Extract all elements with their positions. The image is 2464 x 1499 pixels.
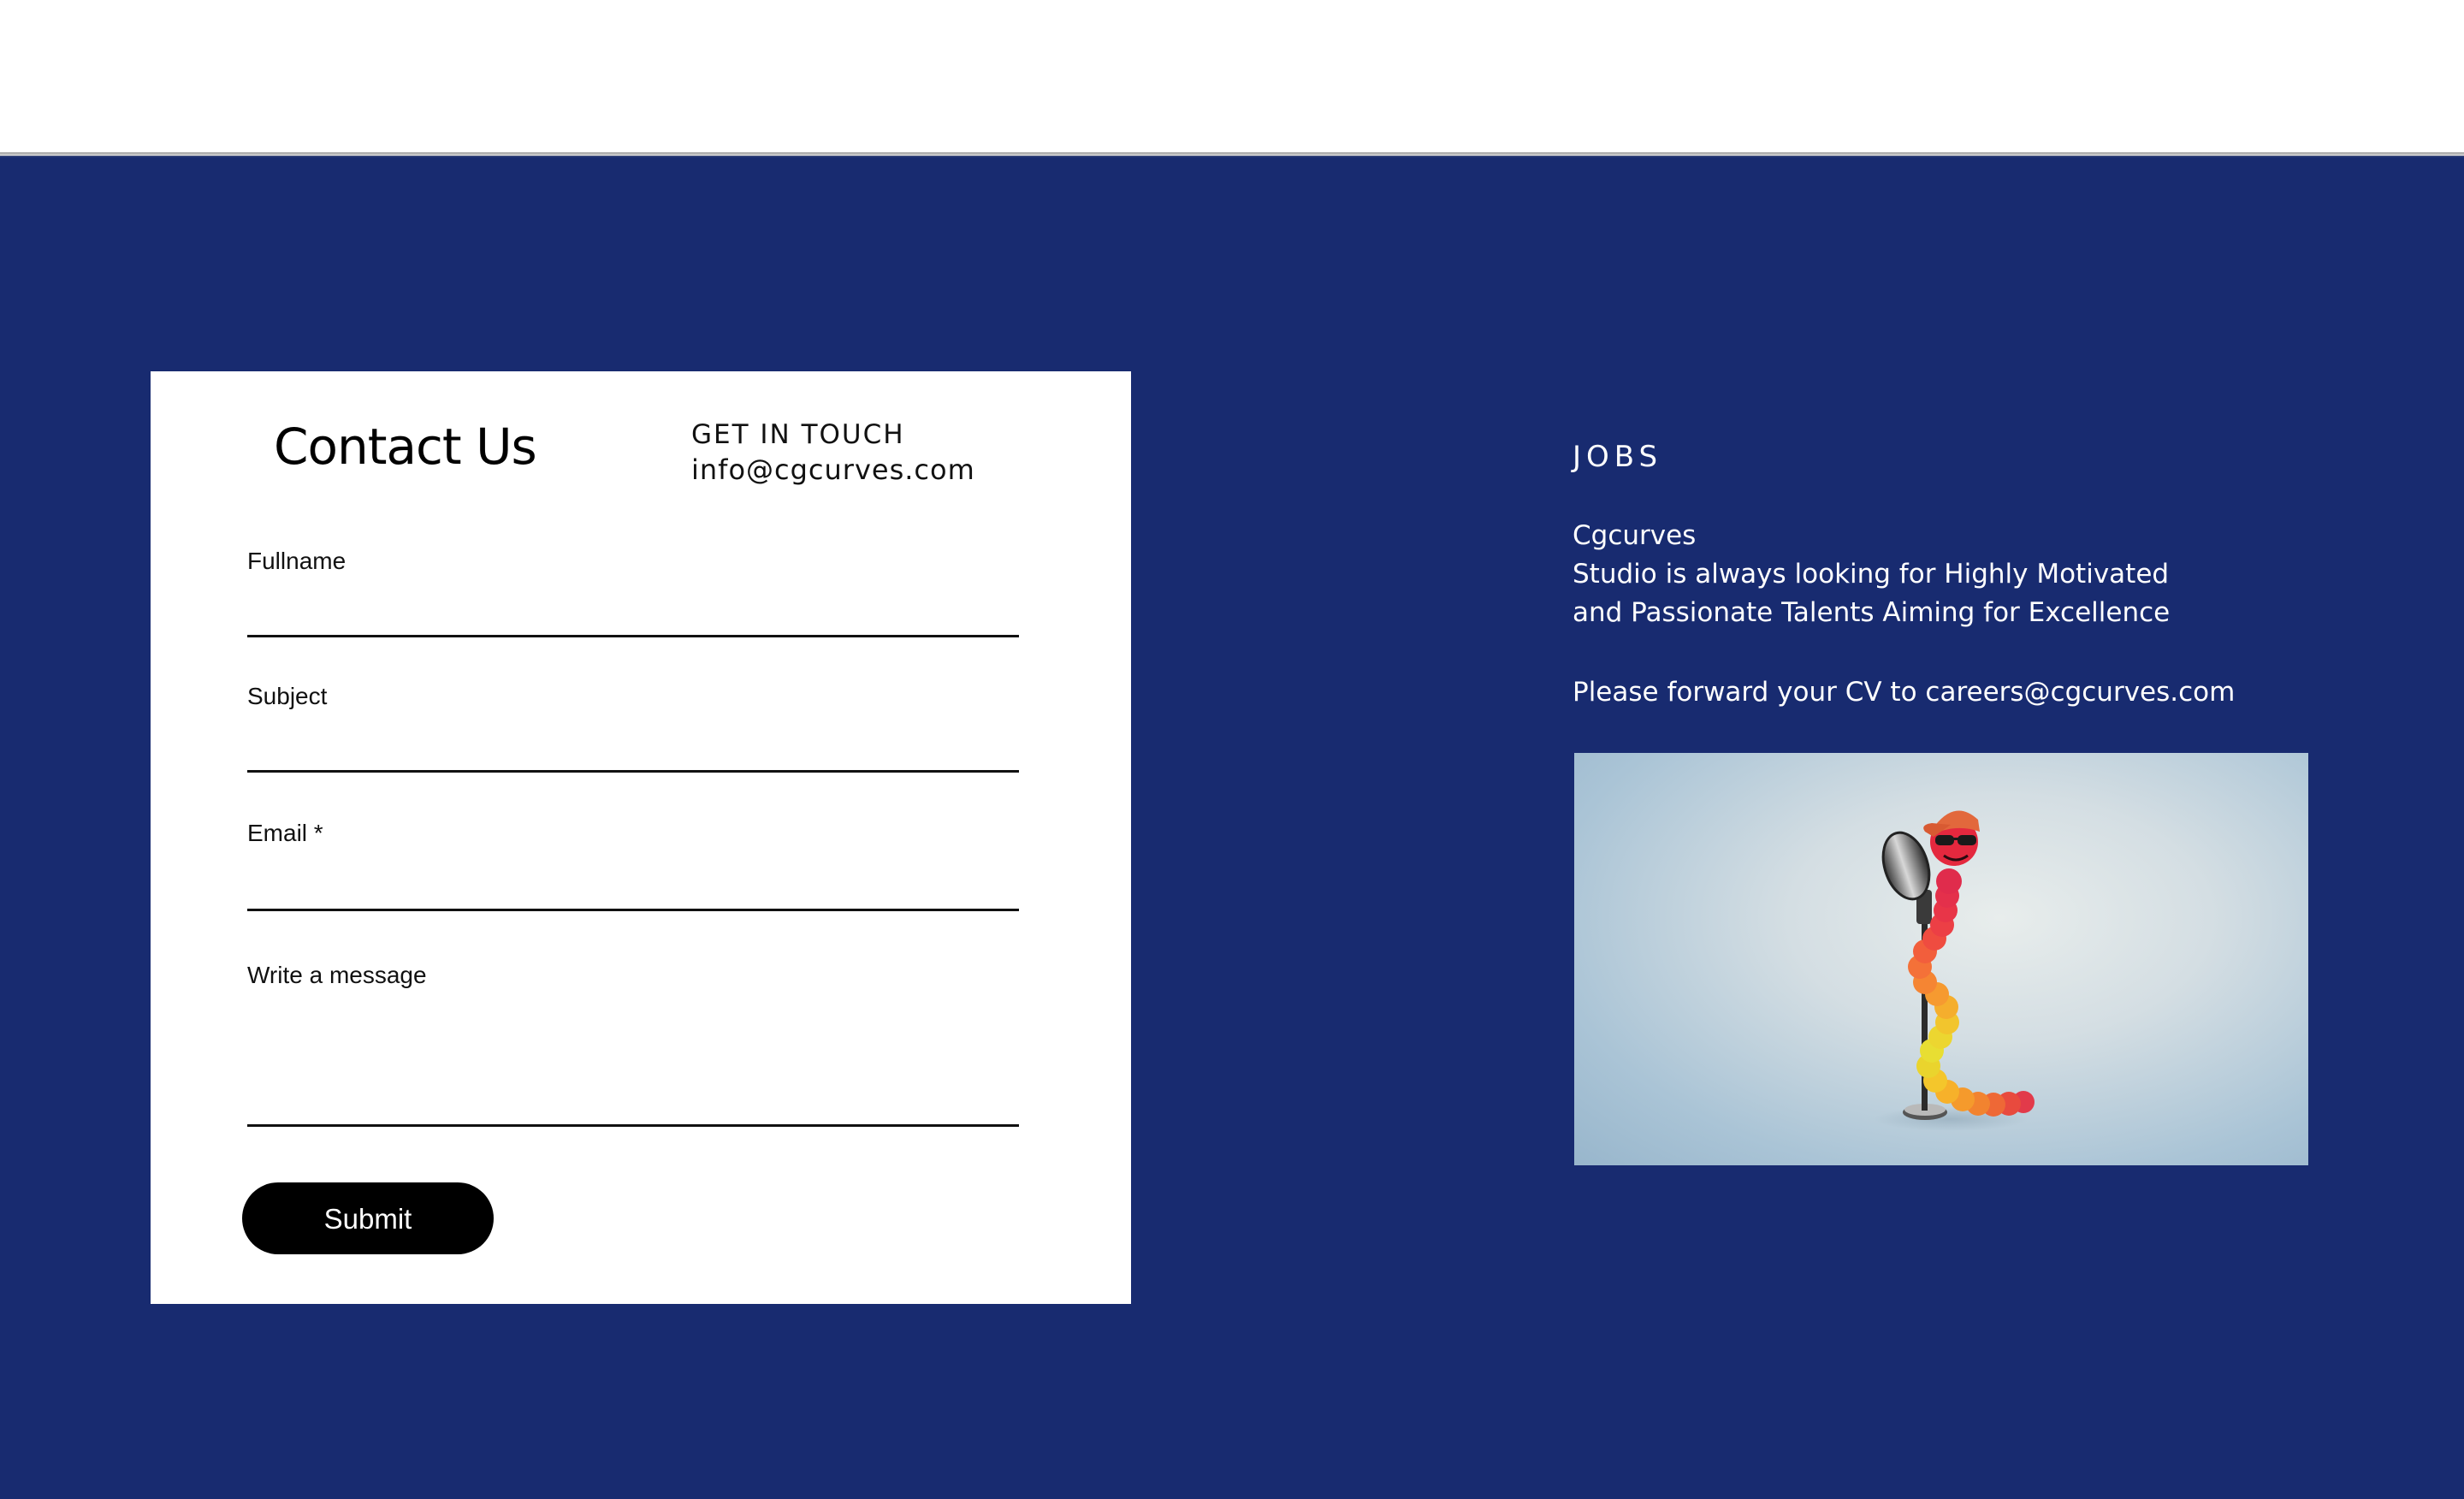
header-shadow (0, 152, 2464, 157)
email-input[interactable] (247, 869, 1019, 904)
subject-field: Subject (247, 683, 1019, 777)
fullname-underline (247, 635, 1019, 637)
jobs-company-name: Cgcurves (1573, 520, 1697, 551)
email-field: Email * (247, 820, 1019, 914)
contact-form-card: Contact Us GET IN TOUCH info@cgcurves.co… (151, 371, 1131, 1304)
submit-button[interactable]: Submit (242, 1182, 494, 1254)
fullname-input[interactable] (247, 595, 1019, 630)
fullname-field: Fullname (247, 548, 1019, 642)
jobs-description-line-2: and Passionate Talents Aiming for Excell… (1573, 597, 2171, 628)
contact-email-link[interactable]: info@cgcurves.com (691, 453, 975, 486)
header-bar (0, 0, 2464, 154)
jobs-heading: JOBS (1573, 440, 1663, 474)
jobs-image (1574, 753, 2308, 1165)
jobs-cv-instruction: Please forward your CV to careers@cgcurv… (1573, 677, 2236, 708)
jobs-description-line-1: Studio is always looking for Highly Moti… (1573, 559, 2170, 590)
caterpillar-microphone-illustration (1874, 810, 2035, 1131)
contact-title: Contact Us (274, 418, 537, 476)
subject-input[interactable] (247, 731, 1019, 765)
message-textarea[interactable] (247, 1004, 1019, 1121)
message-underline (247, 1124, 1019, 1127)
email-label: Email * (247, 820, 323, 846)
message-label: Write a message (247, 962, 427, 988)
subject-underline (247, 770, 1019, 773)
get-in-touch-heading: GET IN TOUCH (691, 419, 905, 450)
message-field: Write a message (247, 962, 1019, 1133)
fullname-label: Fullname (247, 548, 346, 574)
email-underline (247, 909, 1019, 911)
subject-label: Subject (247, 683, 328, 709)
